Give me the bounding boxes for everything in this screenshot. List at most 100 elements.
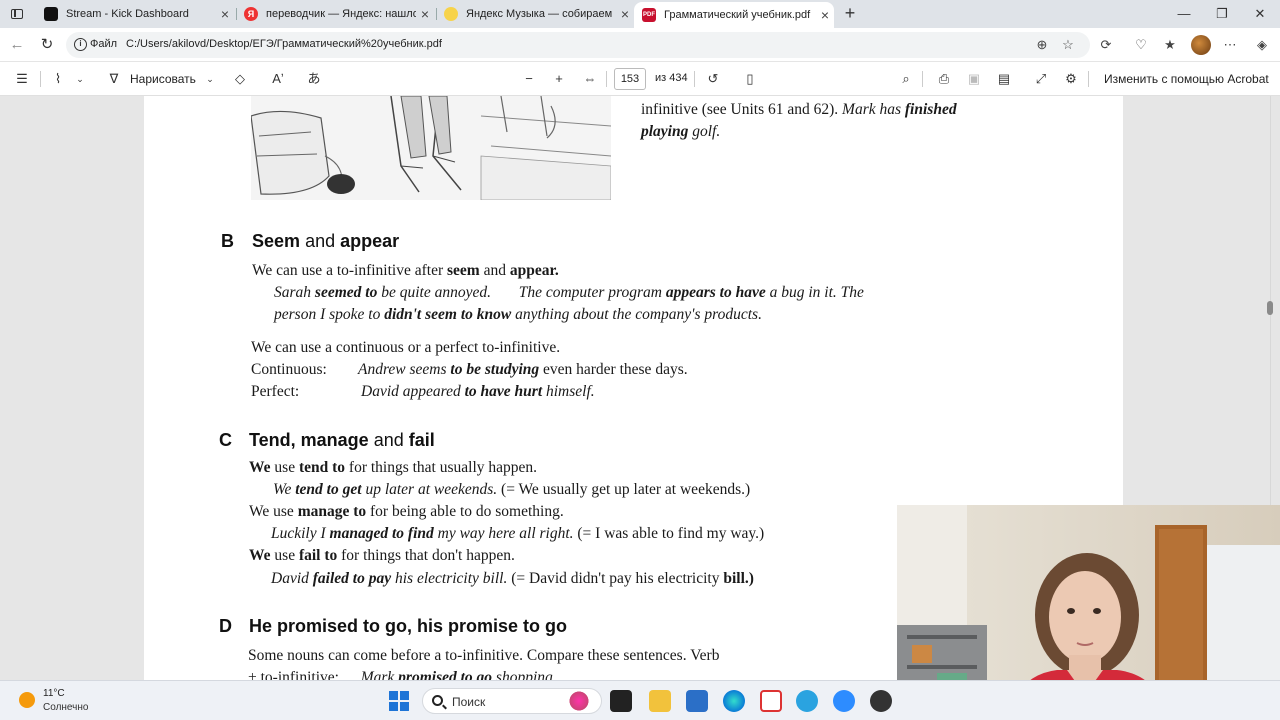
back-icon[interactable]: ← (8, 36, 26, 54)
toolbar-separator (40, 71, 41, 87)
section-c-example-3: David failed to pay his electricity bill… (271, 570, 754, 588)
intro-example-bold: finished (904, 101, 957, 118)
section-b-example-1: Sarah seemed to be quite annoyed. The co… (274, 284, 864, 302)
example-bold: to be studying (450, 361, 540, 378)
chevron-down-icon[interactable]: ⌄ (202, 71, 218, 87)
rule-bold: We (249, 459, 271, 476)
zoom-in-icon[interactable]: + (551, 71, 567, 87)
pdf-icon: PDF (642, 8, 656, 22)
heading-seem: Seem (252, 231, 301, 251)
heading-fail: fail (408, 430, 435, 450)
search-icon[interactable]: ⌕ (898, 71, 914, 87)
example-gloss: (= David didn't pay his electricity (511, 570, 720, 587)
window-close-button[interactable]: ✕ (1250, 5, 1270, 23)
zoom-app-icon[interactable] (833, 690, 855, 712)
example-text: Sarah (274, 284, 312, 301)
print-icon[interactable]: ⎙ (936, 71, 952, 87)
draw-label[interactable]: Нарисовать (130, 72, 196, 86)
rotate-icon[interactable]: ↺ (705, 71, 721, 87)
file-explorer-icon[interactable] (649, 690, 671, 712)
example-text: his electricity bill. (394, 570, 508, 587)
yandex-icon: Я (244, 7, 258, 21)
fullscreen-icon[interactable]: ⤢ (1033, 71, 1049, 87)
example-bold: appears to have (665, 284, 766, 301)
favorite-star-icon[interactable]: ☆ (1060, 37, 1076, 53)
example-text: We (273, 481, 292, 498)
search-label: Поиск (452, 695, 486, 709)
minimize-button[interactable]: — (1174, 5, 1194, 23)
chevron-down-icon[interactable]: ⌄ (72, 71, 88, 87)
search-highlight-icon[interactable] (568, 690, 590, 712)
close-icon[interactable]: × (416, 6, 434, 22)
example-text: Mark (360, 669, 395, 680)
copilot-icon[interactable]: ◈ (1254, 37, 1270, 53)
section-d-letter: D (219, 616, 232, 636)
close-icon[interactable]: × (816, 7, 834, 23)
favorites-icon[interactable]: ★ (1162, 37, 1178, 53)
continuous-example: Andrew seems to be studying even harder … (358, 361, 688, 379)
page-total: из 434 (655, 72, 688, 84)
highlight-icon[interactable]: ⌇ (50, 71, 66, 87)
save-icon[interactable]: ▣ (966, 71, 982, 87)
more-menu-icon[interactable]: ⋯ (1222, 37, 1238, 53)
settings-gear-icon[interactable]: ⚙ (1063, 71, 1079, 87)
tab-kick[interactable]: Stream - Kick Dashboard × (36, 2, 234, 26)
example-text: The computer program (518, 284, 662, 301)
fit-page-icon[interactable]: ⇔ (582, 71, 598, 87)
tab-label: Яндекс Музыка — собираем му (466, 8, 616, 20)
example-text: David (271, 570, 309, 587)
example-text: be quite annoyed. (381, 284, 491, 301)
store-icon[interactable] (686, 690, 708, 712)
tab-yandex-music[interactable]: Яндекс Музыка — собираем му × (436, 2, 634, 26)
info-icon[interactable]: i (74, 38, 87, 51)
tab-grammar-pdf[interactable]: PDF Грамматический учебник.pdf × (634, 2, 834, 28)
new-tab-button[interactable]: + (840, 3, 860, 23)
zoom-out-icon[interactable]: − (521, 71, 537, 87)
page-number-input[interactable]: 153 (614, 68, 646, 90)
browser-essentials-icon[interactable]: ♡ (1133, 37, 1149, 53)
url-scheme-label: Файл (90, 38, 118, 50)
tab-yandex-translate[interactable]: Я переводчик — Яндекс: нашлось × (236, 2, 434, 26)
edit-with-acrobat-button[interactable]: Изменить с помощью Acrobat (1104, 72, 1269, 86)
refresh-icon[interactable]: ↻ (38, 36, 56, 54)
intro-example-bold: playing (641, 123, 689, 140)
weather-condition[interactable]: Солнечно (43, 702, 88, 713)
section-c-heading: Tend, manage and fail (249, 430, 435, 451)
read-aloud-icon[interactable]: Aʼ (270, 71, 286, 87)
extensions-icon[interactable]: ⟳ (1098, 37, 1114, 53)
close-icon[interactable]: × (616, 6, 634, 22)
restore-button[interactable]: ❐ (1212, 5, 1232, 23)
rule-text: and (483, 262, 506, 279)
zoom-icon[interactable]: ⊕ (1034, 37, 1050, 53)
translate-icon[interactable]: あ (306, 71, 322, 87)
eraser-icon[interactable]: ◇ (232, 71, 248, 87)
scrollbar-thumb[interactable] (1267, 301, 1273, 315)
toolbar-separator (1088, 71, 1089, 87)
weather-temp[interactable]: 11°C (43, 688, 65, 699)
example-text: anything about the company's products. (515, 306, 762, 323)
task-view-icon[interactable] (610, 690, 632, 712)
example-gloss: (= I was able to find my way.) (577, 525, 765, 542)
contents-icon[interactable]: ☰ (14, 71, 30, 87)
weather-sun-icon[interactable] (19, 692, 35, 708)
intro-line-2: playing golf. (641, 123, 720, 141)
rule-bold: fail to (298, 547, 338, 564)
profile-avatar[interactable] (1191, 35, 1211, 55)
url-field[interactable]: i Файл C:/Users/akilovd/Desktop/ЕГЭ/Грам… (66, 32, 1090, 58)
close-icon[interactable]: × (216, 6, 234, 22)
section-d-text: Some nouns can come before a to-infiniti… (248, 647, 720, 664)
tab-actions-button[interactable] (6, 4, 28, 24)
rule-text: We can use a to-infinitive after (252, 262, 444, 279)
toolbar-separator (694, 71, 695, 87)
windows-start-icon[interactable] (388, 690, 410, 712)
url-text[interactable]: C:/Users/akilovd/Desktop/ЕГЭ/Грамматичес… (126, 38, 442, 50)
app-icon[interactable] (870, 690, 892, 712)
example-bold: seemed to (314, 284, 378, 301)
draw-icon[interactable]: ∇ (106, 71, 122, 87)
telegram-icon[interactable] (796, 690, 818, 712)
page-view-icon[interactable]: ▯ (742, 71, 758, 87)
save-as-icon[interactable]: ▤ (996, 71, 1012, 87)
edge-icon[interactable] (723, 690, 745, 712)
example-text: The (840, 284, 864, 301)
snipping-tool-icon[interactable] (760, 690, 782, 712)
